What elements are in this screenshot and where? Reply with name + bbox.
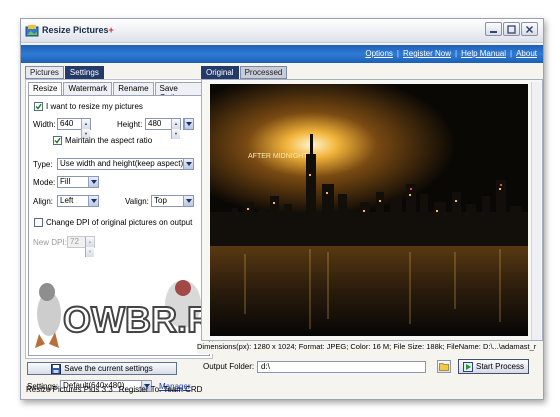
output-folder-label: Output Folder: [203,362,255,371]
dpi-checkbox-label: Change DPI of original pictures on outpu… [46,218,193,227]
settings-panel: Pictures Settings Resize Watermark Renam… [25,66,240,359]
minimize-icon [490,30,497,33]
browse-folder-button[interactable] [437,360,451,373]
height-unit-dropdown[interactable] [183,118,194,130]
minimize-button[interactable] [485,22,502,36]
output-folder-input[interactable]: d:\ [257,361,426,373]
window-title: Resize Pictures+ [42,25,114,35]
image-info-bar: Dimensions(px): 1280 x 1024; Format: JPE… [197,342,543,354]
valign-label: Valign: [125,197,149,206]
checkmark-icon [54,137,61,144]
resize-options: I want to resize my pictures Width: 640 … [28,95,240,356]
height-stepper[interactable]: 480 ▲ ▼ [145,118,181,139]
tab-original[interactable]: Original [201,66,239,79]
dpi-checkbox[interactable] [34,218,43,227]
valign-value: Top [154,196,167,205]
resize-checkbox[interactable] [34,102,43,111]
mode-label: Mode: [33,178,56,187]
maximize-icon [507,24,516,34]
spin-up-icon[interactable]: ▲ [81,119,90,129]
register-text: Register To: Team CRD [118,385,203,394]
svg-text:OWBR.RU: OWBR.RU [63,299,209,340]
start-process-label: Start Process [475,362,524,371]
preview-area: AFTER MIDNIGHT [201,79,543,341]
valign-dropdown[interactable]: Top [151,195,194,207]
new-dpi-stepper[interactable]: 72 ▲ ▼ [67,236,95,257]
height-value: 480 [148,119,162,128]
save-settings-label: Save the current settings [64,364,153,373]
width-value: 640 [60,119,74,128]
folder-icon [439,363,449,371]
app-logo-icon [25,25,39,37]
menu-about[interactable]: About [516,49,537,58]
settings-subpanel: Resize Watermark Rename Save Options I w… [25,79,240,359]
aspect-ratio-checkbox[interactable] [53,136,62,145]
tab-resize[interactable]: Resize [28,82,63,96]
preview-image: AFTER MIDNIGHT [210,84,528,336]
maximize-button[interactable] [503,22,520,36]
menu-separator: | [396,49,399,58]
app-window: Resize Pictures+ Options | Register Now … [20,18,544,400]
tab-pictures[interactable]: Pictures [25,66,64,79]
chevron-down-icon [185,162,192,166]
align-label: Align: [33,197,54,206]
menu-bar: Options | Register Now | Help Manual | A… [21,45,543,63]
mode-value: Fill [60,177,71,186]
spin-up-icon: ▲ [85,237,94,247]
aspect-ratio-label: Maintain the aspect ratio [65,136,153,145]
watermark-logo: OWBR.RU [33,274,240,354]
spin-down-icon[interactable]: ▼ [171,129,180,139]
align-dropdown[interactable]: Left [57,195,99,207]
checkmark-icon [35,103,42,110]
menu-help-manual[interactable]: Help Manual [461,49,506,58]
spin-up-icon[interactable]: ▲ [171,119,180,129]
preview-scrollbar[interactable] [531,82,541,340]
new-dpi-label: New DPI: [33,238,67,247]
save-settings-button[interactable]: Save the current settings [27,362,177,375]
resize-checkbox-label: I want to resize my pictures [46,102,143,111]
menu-options[interactable]: Options [365,49,393,58]
tab-watermark[interactable]: Watermark [63,82,113,95]
chevron-down-icon [90,180,97,184]
width-stepper[interactable]: 640 ▲ ▼ [57,118,91,139]
version-text: Resize Pictures Plus 3.3 [26,385,113,394]
type-dropdown[interactable]: Use width and height(keep aspect) [57,158,194,170]
image-caption: AFTER MIDNIGHT [248,153,308,160]
menu-separator: | [455,49,458,58]
new-dpi-value: 72 [70,237,79,246]
output-row: Output Folder: d:\ Start Process [201,359,543,375]
menu-register-now[interactable]: Register Now [403,49,451,58]
chevron-down-icon [90,199,97,203]
title-bar: Resize Pictures+ [21,19,543,43]
tab-rename[interactable]: Rename [113,82,154,95]
preview-tabs: Original Processed [201,66,288,79]
type-value: Use width and height(keep aspect) [60,159,184,168]
close-icon [525,25,534,33]
chevron-down-icon [186,122,192,126]
watermark-logo-graphic: OWBR.RU [35,280,240,348]
status-bar: Resize Pictures Plus 3.3 Register To: Te… [21,383,543,400]
mode-dropdown[interactable]: Fill [57,176,99,188]
width-label: Width: [33,120,56,129]
city-night-photo: AFTER MIDNIGHT [210,84,528,336]
type-label: Type: [33,160,53,169]
close-button[interactable] [521,22,538,36]
tab-settings[interactable]: Settings [64,66,104,79]
start-icon [462,361,473,372]
spin-down-icon: ▼ [85,247,94,257]
align-value: Left [60,196,74,205]
tab-processed[interactable]: Processed [239,66,288,79]
window-controls [485,22,538,36]
chevron-down-icon [185,199,192,203]
height-label: Height: [117,120,143,129]
save-disk-icon [51,363,62,374]
start-process-button[interactable]: Start Process [458,359,529,374]
menu-separator: | [510,49,513,58]
